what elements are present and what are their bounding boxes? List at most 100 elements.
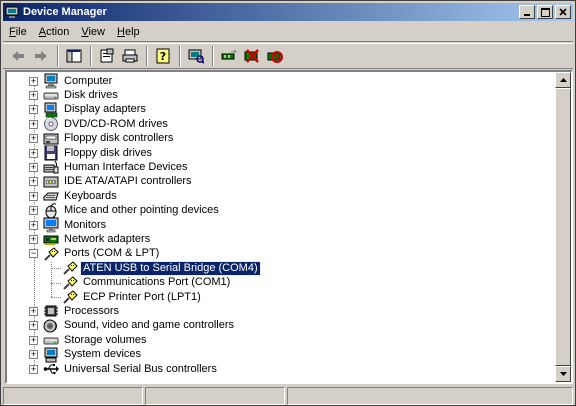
expand-toggle[interactable]: +	[29, 220, 38, 230]
expand-toggle[interactable]: +	[29, 321, 38, 331]
close-button[interactable]	[555, 5, 571, 19]
tree-item-sound-video-and-game-controllers[interactable]: + Sound, video and game controllers	[29, 319, 236, 333]
tree-item-label: Processors	[64, 304, 120, 317]
expand-toggle[interactable]: +	[29, 90, 38, 100]
menu-file-rest: ile	[15, 25, 27, 38]
device-tree-pane[interactable]: + Computer + Disk drives + Display adapters + D…	[5, 70, 573, 384]
scroll-up-button[interactable]	[555, 72, 571, 88]
expand-toggle[interactable]: +	[29, 134, 38, 144]
tree-item-universal-serial-bus-controllers[interactable]: + Universal Serial Bus controllers	[29, 362, 219, 376]
tree-item-floppy-disk-drives[interactable]: + Floppy disk drives	[29, 145, 154, 161]
uninstall-button[interactable]	[241, 45, 263, 67]
tree-item-label: Floppy disk drives	[64, 146, 153, 159]
menu-help-accel: H	[117, 25, 125, 38]
tree-guide-line	[51, 268, 61, 270]
status-cell-2	[145, 387, 285, 405]
scrollbar-thumb[interactable]	[555, 88, 571, 366]
expand-toggle[interactable]: +	[29, 191, 38, 201]
menu-help[interactable]: Help	[111, 24, 146, 41]
tree-item-label: Universal Serial Bus controllers	[64, 362, 217, 375]
expand-toggle[interactable]: +	[29, 350, 38, 360]
tree-item-label: Communications Port (COM1)	[83, 276, 231, 289]
tree-item-label: Keyboards	[64, 189, 117, 202]
properties-icon	[100, 48, 114, 63]
tree-item-mice-and-other-pointing-devices[interactable]: + Mice and other pointing devices	[29, 202, 221, 219]
print-button[interactable]	[119, 45, 141, 67]
expand-toggle[interactable]: +	[29, 306, 38, 316]
tree-item-computer[interactable]: + Computer	[29, 73, 114, 89]
help-icon: ?	[156, 48, 170, 64]
scroll-down-button[interactable]	[555, 366, 571, 382]
menu-bar: File Action View Help	[3, 23, 573, 42]
tree-item-ide-ata-atapi-controllers[interactable]: + IDE ATA/ATAPI controllers	[29, 175, 194, 189]
console-tree-icon	[66, 49, 82, 63]
toolbar: ?	[3, 43, 573, 69]
tree-item-label: ATEN USB to Serial Bridge (COM4)	[80, 260, 261, 276]
tree-item-ports-com-lpt[interactable]: − Ports (COM & LPT)	[29, 247, 161, 261]
properties-button[interactable]	[96, 45, 118, 67]
toolbar-separator	[57, 46, 59, 66]
tree-item-aten-usb-to-serial-bridge-com4[interactable]: ATEN USB to Serial Bridge (COM4)	[62, 260, 261, 276]
tree-item-label: Monitors	[64, 218, 107, 231]
vertical-scrollbar[interactable]	[555, 72, 571, 382]
tree-item-communications-port-com1[interactable]: Communications Port (COM1)	[62, 275, 232, 290]
menu-file-accel: F	[9, 25, 16, 38]
window-title: Device Manager	[23, 6, 107, 18]
tree-item-system-devices[interactable]: + System devices	[29, 347, 143, 363]
tree-item-label: DVD/CD-ROM drives	[64, 117, 168, 130]
menu-action[interactable]: Action	[33, 24, 76, 41]
toolbar-separator	[212, 46, 214, 66]
tree-item-processors[interactable]: + Processors	[29, 304, 121, 318]
menu-view[interactable]: View	[75, 24, 111, 41]
scroll-up-arrow-icon	[559, 78, 567, 82]
disable-icon	[267, 51, 283, 63]
tree-item-label: System devices	[64, 348, 142, 361]
tree-item-label: Disk drives	[64, 88, 118, 101]
tree-item-network-adapters[interactable]: + Network adapters	[29, 232, 152, 246]
uninstall-icon	[244, 49, 259, 63]
tree-item-disk-drives[interactable]: + Disk drives	[29, 88, 120, 102]
scan-hardware-button[interactable]	[185, 45, 207, 67]
status-cell-3	[287, 387, 573, 405]
tree-item-label: ECP Printer Port (LPT1)	[83, 290, 201, 303]
maximize-button[interactable]	[537, 5, 553, 19]
scroll-down-arrow-icon	[559, 372, 567, 376]
expand-toggle[interactable]: +	[29, 206, 38, 216]
back-button[interactable]	[7, 45, 29, 67]
update-driver-button[interactable]	[218, 45, 240, 67]
svg-text:?: ?	[160, 50, 166, 63]
expand-toggle[interactable]: +	[29, 335, 38, 345]
menu-file[interactable]: File	[3, 24, 33, 41]
minimize-button[interactable]	[519, 5, 535, 19]
collapse-toggle[interactable]: −	[29, 249, 38, 259]
expand-toggle[interactable]: +	[29, 148, 38, 158]
tree-item-human-interface-devices[interactable]: + Human Interface Devices	[29, 160, 190, 174]
expand-toggle[interactable]: +	[29, 364, 38, 374]
title-bar[interactable]: Device Manager	[3, 3, 573, 21]
tree-item-ecp-printer-port-lpt1[interactable]: ECP Printer Port (LPT1)	[62, 290, 203, 304]
tree-item-monitors[interactable]: + Monitors	[29, 217, 108, 233]
tree-item-floppy-disk-controllers[interactable]: + Floppy disk controllers	[29, 132, 175, 146]
tree-item-label: Floppy disk controllers	[64, 132, 174, 145]
expand-toggle[interactable]: +	[29, 177, 38, 187]
expand-toggle[interactable]: +	[29, 76, 38, 86]
forward-button[interactable]	[30, 45, 52, 67]
tree-item-display-adapters[interactable]: + Display adapters	[29, 102, 148, 118]
tree-item-dvd-cd-rom-drives[interactable]: + DVD/CD-ROM drives	[29, 117, 170, 132]
tree-item-storage-volumes[interactable]: + Storage volumes	[29, 333, 149, 347]
expand-toggle[interactable]: +	[29, 234, 38, 244]
device-manager-app-icon	[5, 5, 19, 19]
tree-item-keyboards[interactable]: + Keyboards	[29, 189, 119, 203]
status-cell-1	[3, 387, 143, 405]
expand-toggle[interactable]: +	[29, 105, 38, 115]
expand-toggle[interactable]: +	[29, 162, 38, 172]
help-button[interactable]: ?	[152, 45, 174, 67]
disable-button[interactable]	[264, 45, 286, 67]
tree-guide-line	[51, 282, 61, 284]
tree-item-label: Mice and other pointing devices	[64, 204, 219, 217]
tree-item-label: Storage volumes	[64, 333, 147, 346]
expand-toggle[interactable]: +	[29, 119, 38, 129]
toolbar-separator	[179, 46, 181, 66]
tree-item-label: Display adapters	[64, 103, 146, 116]
show-hide-console-tree-button[interactable]	[63, 45, 85, 67]
